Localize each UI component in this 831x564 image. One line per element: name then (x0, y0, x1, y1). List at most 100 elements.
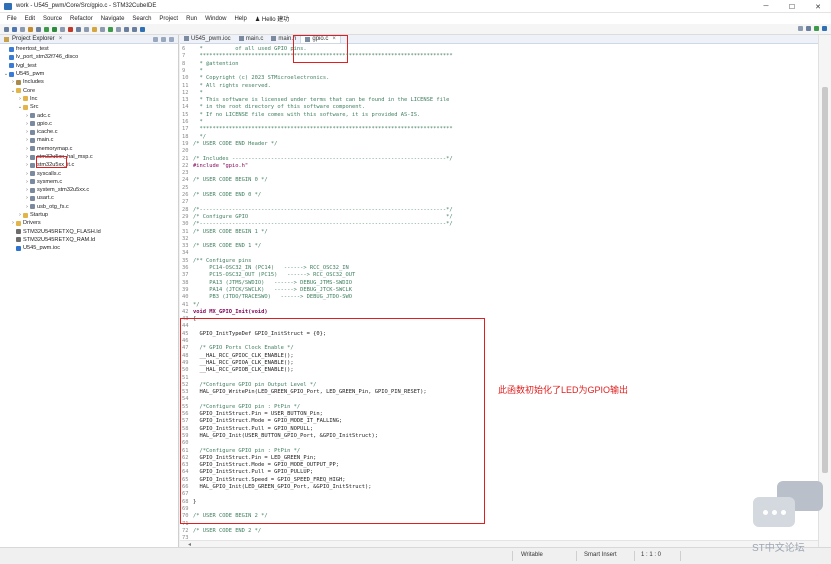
tree-item[interactable]: › Drivers (0, 219, 178, 227)
c-file-icon (30, 137, 35, 143)
stop-icon[interactable] (68, 26, 73, 32)
vertical-scrollbar[interactable] (818, 35, 831, 547)
tree-item[interactable]: › usart.c (0, 194, 178, 202)
debug-perspective-icon[interactable] (814, 26, 819, 31)
save-all-icon[interactable] (20, 26, 25, 32)
tree-item[interactable]: › syscalls.c (0, 169, 178, 177)
menu-edit[interactable]: Edit (25, 16, 35, 22)
open-element-icon[interactable] (92, 26, 97, 32)
tree-item[interactable]: › adc.c (0, 111, 178, 119)
search-tool-icon[interactable] (76, 26, 81, 32)
perspective-icon[interactable] (806, 26, 811, 31)
menu-navigate[interactable]: Navigate (101, 16, 125, 22)
view-menu-icon[interactable] (169, 37, 174, 42)
close-button[interactable]: ✕ (805, 0, 831, 13)
run-icon[interactable] (52, 26, 57, 32)
scrollbar-thumb[interactable] (822, 87, 828, 473)
menu-project[interactable]: Project (159, 16, 178, 22)
clean-icon[interactable] (36, 26, 41, 32)
debug-icon[interactable] (44, 26, 49, 32)
menu-window[interactable]: Window (205, 16, 226, 22)
code-text: * Copyright (c) 2023 STMicroelectronics. (193, 75, 330, 82)
tree-item-label: U545_pwm (16, 71, 45, 78)
editor-tab[interactable]: U545_pwm.ioc (180, 34, 235, 43)
tree-item[interactable]: STM32U545RETXQ_FLASH.ld (0, 228, 178, 236)
tree-item[interactable]: STM32U545RETXQ_RAM.ld (0, 236, 178, 244)
tree-item[interactable]: freertost_test (0, 45, 178, 53)
minimize-button[interactable]: ─ (753, 0, 779, 13)
code-text: /* USER CODE END Header */ (193, 140, 278, 147)
menu-user[interactable]: ♟ Hello 建功 (255, 14, 289, 23)
dot-icon (771, 509, 777, 515)
line-number: 39 (182, 286, 189, 293)
line-number: 13 (182, 97, 189, 104)
editor-tab[interactable]: main.c (235, 34, 268, 43)
tree-item[interactable]: lv_port_stm32f746_disco (0, 53, 178, 61)
search-icon[interactable] (798, 26, 803, 31)
code-line: 39 PA14 (JTCK/SWCLK) ------> DEBUG_JTCK-… (180, 286, 818, 294)
line-number: 30 (182, 221, 189, 228)
cube-perspective-icon[interactable] (822, 26, 827, 31)
tree-item[interactable]: ⌄ Src (0, 103, 178, 111)
tree-item[interactable]: › gpio.c (0, 120, 178, 128)
new-icon[interactable] (4, 26, 9, 32)
project-explorer-tab[interactable]: Project Explorer × (0, 35, 178, 44)
status-divider (634, 551, 635, 561)
tree-item[interactable]: › Inc (0, 95, 178, 103)
status-cursor-position[interactable]: 1 : 1 : 0 (641, 552, 661, 558)
line-number: 38 (182, 279, 189, 286)
next-annotation-icon[interactable] (108, 26, 113, 32)
tree-item[interactable]: › system_stm32u5xx.c (0, 186, 178, 194)
code-text: #include "gpio.h" (193, 162, 249, 169)
tree-item-label: Drivers (23, 220, 41, 227)
menu-source[interactable]: Source (43, 16, 62, 22)
menu-file[interactable]: File (7, 16, 17, 22)
title-bar: work - U545_pwm/Core/Src/gpio.c - STM32C… (0, 0, 831, 13)
tree-item-label: freertost_test (16, 46, 49, 53)
external-tools-icon[interactable] (60, 26, 65, 32)
c-file-icon (30, 171, 35, 177)
tree-item[interactable]: › main.c (0, 136, 178, 144)
build-icon[interactable] (28, 26, 33, 32)
horizontal-scrollbar[interactable]: ◂ (180, 540, 818, 548)
close-icon[interactable]: × (59, 36, 63, 42)
toolbar-generic-icon[interactable] (84, 26, 89, 32)
tree-item[interactable]: › memorymap.c (0, 145, 178, 153)
code-text: /* USER CODE BEGIN 1 */ (193, 228, 268, 235)
code-line: 10 * Copyright (c) 2023 STMicroelectroni… (180, 74, 818, 82)
forward-icon[interactable] (132, 26, 137, 32)
code-line: 33 /* USER CODE END 1 */ (180, 242, 818, 250)
tree-item[interactable]: ⌄ Core (0, 86, 178, 94)
tree-item[interactable]: › usb_otg_fs.c (0, 203, 178, 211)
tree-item[interactable]: › Includes (0, 78, 178, 86)
link-editor-icon[interactable] (161, 37, 166, 42)
ioc-file-icon (16, 245, 21, 251)
save-icon[interactable] (12, 26, 17, 32)
menu-refactor[interactable]: Refactor (70, 16, 93, 22)
toolbar-generic-icon[interactable] (140, 26, 145, 32)
tree-item[interactable]: › stm32u5xx_it.c (0, 161, 178, 169)
tree-item[interactable]: › sysmem.c (0, 178, 178, 186)
code-area[interactable]: 73 72/* USER CODE END 2 */71 70/* USER COD… (180, 45, 818, 547)
file-icon (184, 36, 189, 41)
toolbar-generic-icon[interactable] (100, 26, 105, 32)
line-number: 26 (182, 192, 189, 198)
tree-item[interactable]: lvgl_test (0, 62, 178, 70)
back-icon[interactable] (124, 26, 129, 32)
tree-item[interactable]: U545_pwm.ioc (0, 244, 178, 252)
menu-help[interactable]: Help (234, 16, 246, 22)
maximize-button[interactable]: ☐ (779, 0, 805, 13)
code-text: /*--------------------------------------… (193, 206, 453, 213)
menu-run[interactable]: Run (186, 16, 197, 22)
folder-icon (23, 96, 28, 102)
app-icon (4, 2, 12, 10)
tree-item[interactable]: › Startup (0, 211, 178, 219)
tree-item[interactable]: ⌄ U545_pwm (0, 70, 178, 78)
function-highlight-box (180, 318, 485, 524)
status-insert-mode[interactable]: Smart Insert (584, 552, 617, 558)
tree-item[interactable]: › icache.c (0, 128, 178, 136)
toolbar-generic-icon[interactable] (116, 26, 121, 32)
collapse-all-icon[interactable] (153, 37, 158, 42)
tree-item[interactable]: › stm32u5xx_hal_msp.c (0, 153, 178, 161)
menu-search[interactable]: Search (132, 16, 151, 22)
